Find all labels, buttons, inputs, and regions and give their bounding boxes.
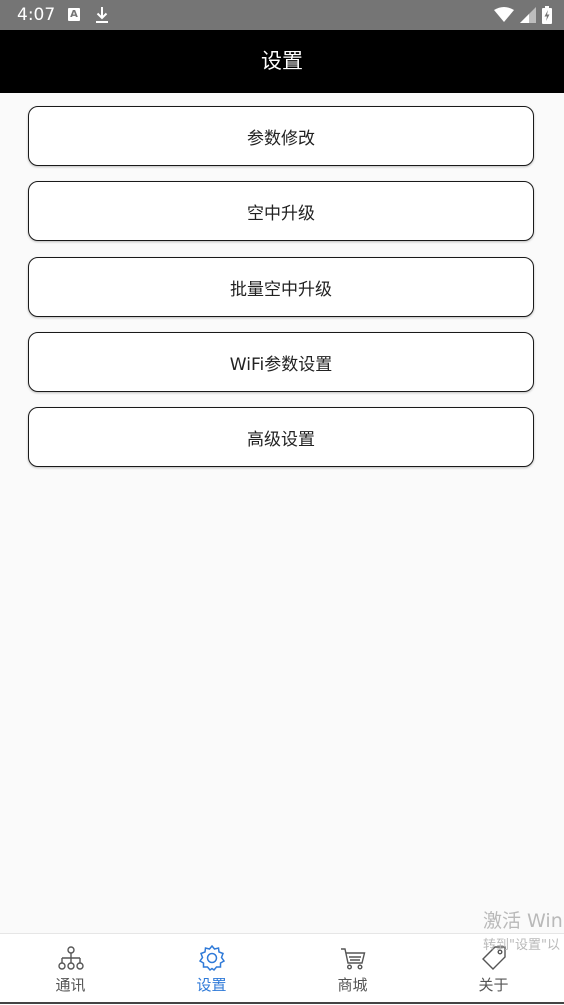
nav-item-shop[interactable]: 商城 [282, 934, 423, 1005]
batch-ota-upgrade-button[interactable]: 批量空中升级 [28, 257, 534, 317]
download-icon [96, 7, 108, 23]
signal-icon [520, 7, 536, 23]
ota-upgrade-button[interactable]: 空中升级 [28, 181, 534, 241]
app-header: 设置 [0, 30, 564, 93]
status-bar: 4:07 A [0, 0, 564, 30]
nav-item-communication[interactable]: 通讯 [0, 934, 141, 1005]
nav-label-communication: 通讯 [55, 976, 86, 994]
battery-charging-icon [542, 6, 552, 24]
activation-watermark-title: 激活 Win [483, 910, 563, 932]
cart-icon [340, 948, 365, 970]
notification-a-icon: A [68, 8, 80, 21]
nav-label-shop: 商城 [337, 976, 368, 994]
nav-label-about: 关于 [478, 976, 509, 994]
bottom-nav: 通讯 设置 商城 关于 [0, 933, 564, 1005]
gear-icon [198, 944, 225, 972]
wifi-icon [494, 7, 514, 22]
page-title: 设置 [261, 49, 303, 73]
nav-item-settings[interactable]: 设置 [141, 934, 282, 1005]
nav-label-settings: 设置 [196, 976, 227, 994]
advanced-settings-button[interactable]: 高级设置 [28, 407, 534, 467]
network-icon [57, 946, 84, 970]
status-time: 4:07 [17, 5, 56, 25]
wifi-settings-button[interactable]: WiFi参数设置 [28, 332, 534, 392]
param-edit-button[interactable]: 参数修改 [28, 106, 534, 166]
activation-watermark-subtitle: 转到"设置"以 [483, 938, 560, 953]
